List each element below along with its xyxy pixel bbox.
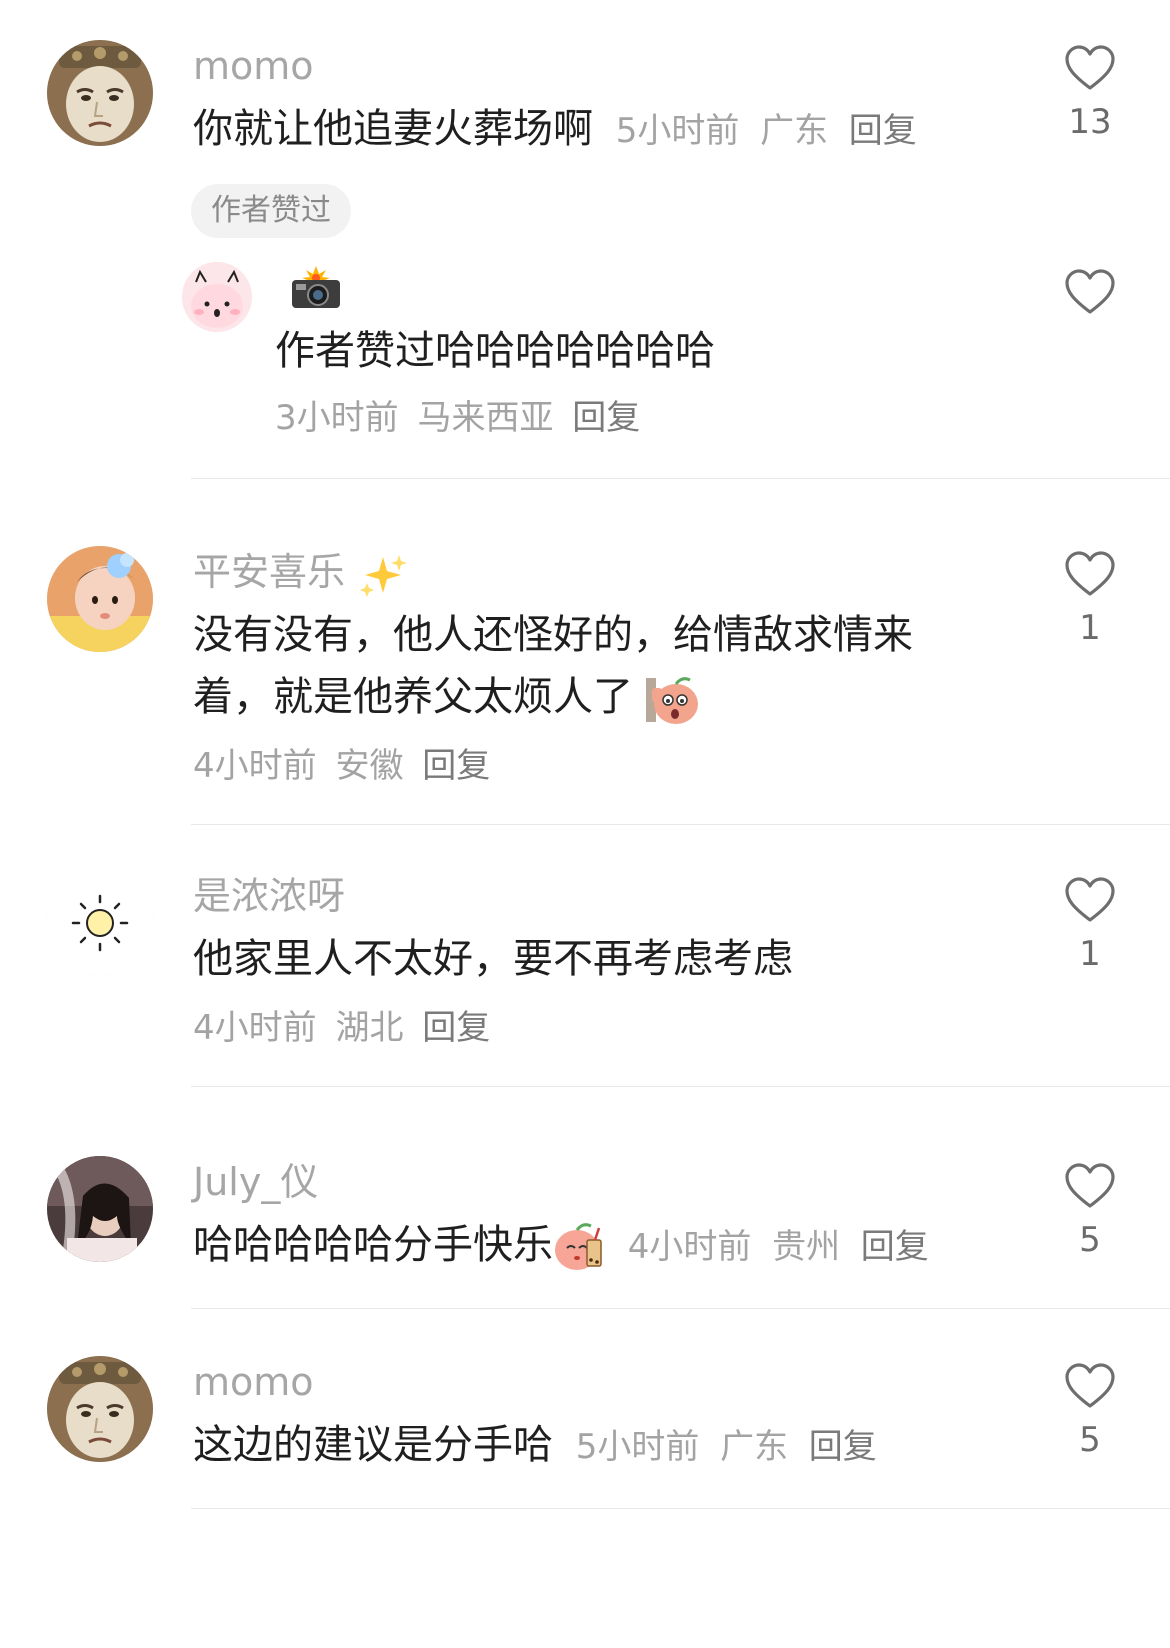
reply-button[interactable]: 回复: [422, 746, 490, 786]
like-count: 13: [1068, 102, 1112, 142]
comment-location: 广东: [760, 111, 829, 151]
avatar-baby-photo: [47, 546, 153, 652]
reply-button[interactable]: 回复: [572, 398, 640, 438]
comment-meta: 4小时前 安徽 回复: [193, 742, 490, 790]
reply-button[interactable]: 回复: [809, 1427, 877, 1467]
comment-text-line1: 没有没有，他人还怪好的，给情敌求情来: [193, 612, 913, 658]
heart-outline-icon[interactable]: [1064, 44, 1116, 92]
like-count: 1: [1079, 934, 1101, 974]
comment-text-line2-row: 着，就是他养父太烦人了: [193, 664, 698, 730]
avatar-statue-face: [47, 40, 153, 146]
author-liked-badge: 作者赞过: [191, 184, 351, 238]
comment-text: 他家里人不太好，要不再考虑考虑: [193, 936, 793, 982]
comment-time: 4小时前: [193, 1008, 317, 1048]
comment-text-row: 你就让他追妻火葬场啊 5小时前 广东 回复: [193, 96, 917, 164]
comment-text-row: 这边的建议是分手哈 5小时前 广东 回复: [193, 1412, 877, 1480]
like-group: 1: [1060, 876, 1120, 974]
username-row: 平安喜乐: [193, 548, 409, 597]
reply-button[interactable]: 回复: [861, 1227, 929, 1267]
comment-text: 哈哈哈哈哈分手快乐: [193, 1222, 553, 1268]
avatar[interactable]: [47, 40, 153, 146]
reply-button[interactable]: 回复: [422, 1008, 490, 1048]
peach-milk-tea-emoji: [555, 1223, 602, 1270]
like-group: 5: [1060, 1362, 1120, 1460]
avatar[interactable]: [47, 1156, 153, 1262]
comment-location: 贵州: [772, 1227, 841, 1267]
heart-outline-icon[interactable]: [1064, 268, 1116, 316]
heart-outline-icon[interactable]: [1064, 1162, 1116, 1210]
like-count: 5: [1079, 1420, 1101, 1460]
divider: [191, 824, 1170, 825]
comment-list: momo 你就让他追妻火葬场啊 5小时前 广东 回复 13 作者赞过 作者赞过哈…: [0, 0, 1170, 1648]
heart-outline-icon[interactable]: [1064, 1362, 1116, 1410]
like-group: 13: [1060, 44, 1120, 142]
comment-location: 湖北: [335, 1008, 404, 1048]
avatar[interactable]: [47, 1356, 153, 1462]
reply-avatar[interactable]: [182, 262, 252, 332]
like-group: 1: [1060, 550, 1120, 648]
avatar[interactable]: [47, 546, 153, 652]
divider: [191, 478, 1170, 479]
reply-text: 作者赞过哈哈哈哈哈哈哈: [275, 328, 715, 374]
avatar[interactable]: [47, 870, 153, 976]
peach-peeking-emoji: [645, 677, 698, 724]
comment-text-line2: 着，就是他养父太烦人了: [193, 674, 633, 720]
avatar-sun-icon: [47, 870, 153, 976]
comment-time: 4小时前: [193, 746, 317, 786]
like-count: 5: [1079, 1220, 1101, 1260]
avatar-bunny-face: [182, 262, 252, 332]
reply-meta: 3小时前 马来西亚 回复: [275, 394, 640, 442]
heart-outline-icon[interactable]: [1064, 550, 1116, 598]
reply-time: 3小时前: [275, 398, 399, 438]
comment-time: 4小时前: [627, 1227, 752, 1267]
comment-location: 广东: [720, 1427, 789, 1467]
username[interactable]: momo: [193, 42, 314, 90]
comment-meta: 4小时前 湖北 回复: [193, 1004, 490, 1052]
like-group: [1060, 268, 1120, 316]
reply-location: 马来西亚: [417, 398, 554, 438]
avatar-portrait-photo: [47, 1156, 153, 1262]
like-count: 1: [1079, 608, 1101, 648]
sparkles-emoji: [360, 554, 408, 597]
comment-text: 这边的建议是分手哈: [193, 1422, 553, 1468]
comment-time: 5小时前: [575, 1427, 700, 1467]
avatar-statue-face: [47, 1356, 153, 1462]
username[interactable]: momo: [193, 1358, 314, 1406]
divider: [191, 1508, 1170, 1509]
comment-text: 你就让他追妻火葬场啊: [193, 106, 593, 152]
camera-flash-emoji: [290, 266, 342, 310]
comment-location: 安徽: [335, 746, 404, 786]
heart-outline-icon[interactable]: [1064, 876, 1116, 924]
username[interactable]: 平安喜乐: [193, 550, 345, 594]
comment-text-row: 哈哈哈哈哈分手快乐 4小时前 贵州 回复: [193, 1212, 929, 1280]
reply-button[interactable]: 回复: [849, 111, 917, 151]
divider: [191, 1308, 1170, 1309]
like-group: 5: [1060, 1162, 1120, 1260]
comment-time: 5小时前: [615, 111, 740, 151]
username[interactable]: 是浓浓呀: [193, 872, 345, 920]
divider: [191, 1086, 1170, 1087]
username[interactable]: July_仪: [193, 1158, 318, 1206]
